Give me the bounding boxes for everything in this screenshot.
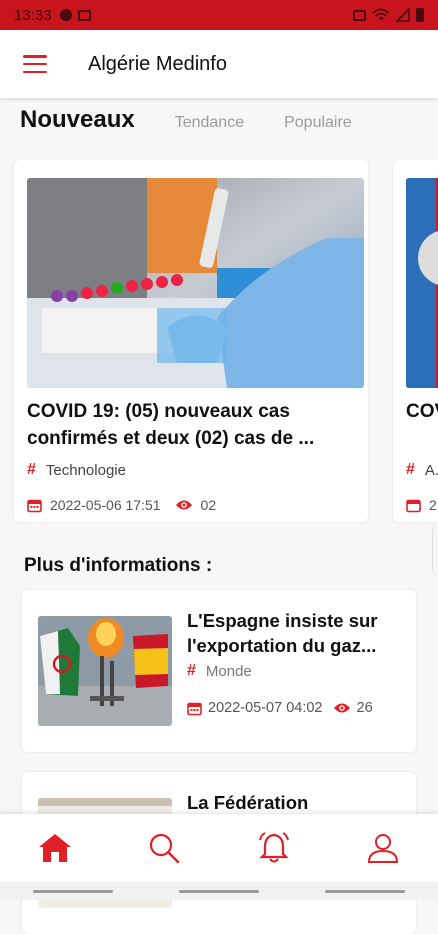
- category-label: Technologie: [45, 461, 126, 479]
- gallery-icon: [77, 9, 91, 21]
- featured-title[interactable]: COVID 19: (05) nouveaux cas confirmés et…: [27, 398, 355, 452]
- calendar-icon: [27, 499, 42, 512]
- nav-notifications[interactable]: [244, 818, 304, 878]
- view-count: 26: [356, 700, 373, 716]
- signal-icon: [396, 8, 410, 22]
- nav-home[interactable]: [25, 818, 85, 878]
- search-icon: [150, 833, 180, 864]
- app-bar: Algérie Medinfo: [0, 30, 438, 98]
- battery-icon: [416, 8, 424, 22]
- featured-card[interactable]: COVID 19: (05) nouveaux cas confirmés et…: [14, 160, 368, 522]
- featured-card[interactable]: COV... con... # A... 2...: [393, 160, 438, 522]
- hashtag-icon: #: [27, 461, 36, 478]
- nav-profile[interactable]: [353, 818, 413, 878]
- wifi-icon: [372, 8, 390, 20]
- hashtag-icon: #: [406, 461, 415, 478]
- home-icon: [38, 834, 71, 862]
- system-gesture-bar: [0, 882, 438, 900]
- publish-date: 2...: [429, 497, 438, 513]
- featured-image: [406, 178, 438, 388]
- mute-icon: [353, 9, 366, 21]
- publish-date: 2022-05-07 04:02: [208, 700, 323, 716]
- carousel-edge: [432, 525, 438, 575]
- status-time: 13:33: [14, 6, 52, 24]
- article-meta: 2022-05-07 04:02 26: [187, 700, 373, 716]
- eye-icon: [175, 500, 192, 510]
- facebook-icon: [59, 9, 72, 21]
- featured-title[interactable]: COV... con...: [406, 398, 438, 452]
- category-label: Monde: [205, 662, 252, 680]
- hashtag-icon: #: [187, 662, 196, 679]
- eye-icon: [333, 703, 350, 713]
- bottom-navigation: [0, 814, 438, 882]
- featured-image: [27, 178, 364, 388]
- section-title: Plus d'informations :: [24, 555, 213, 576]
- calendar-icon: [187, 702, 202, 715]
- category-label: A...: [424, 461, 438, 479]
- menu-icon[interactable]: [23, 55, 47, 73]
- category-tabs: Nouveaux Tendance Populaire: [0, 106, 438, 146]
- status-bar: 13:33: [0, 0, 438, 30]
- nav-search[interactable]: [134, 818, 194, 878]
- view-count: 02: [200, 497, 217, 513]
- tab-nouveaux[interactable]: Nouveaux: [20, 106, 135, 134]
- profile-icon: [368, 834, 399, 863]
- calendar-icon: [406, 499, 421, 512]
- tab-populaire[interactable]: Populaire: [284, 114, 352, 132]
- notification-bell-icon: [258, 832, 289, 863]
- app-title: Algérie Medinfo: [88, 52, 227, 75]
- featured-category[interactable]: # Technologie: [27, 461, 355, 479]
- article-category[interactable]: # Monde: [187, 662, 252, 680]
- featured-meta: 2022-05-06 17:51 02: [27, 497, 355, 513]
- article-title[interactable]: L'Espagne insiste sur l'exportation du g…: [187, 608, 405, 658]
- article-card[interactable]: L'Espagne insiste sur l'exportation du g…: [22, 590, 416, 752]
- tab-tendance[interactable]: Tendance: [175, 114, 244, 132]
- featured-carousel[interactable]: COVID 19: (05) nouveaux cas confirmés et…: [0, 160, 438, 525]
- article-image: [38, 616, 172, 726]
- publish-date: 2022-05-06 17:51: [50, 497, 161, 513]
